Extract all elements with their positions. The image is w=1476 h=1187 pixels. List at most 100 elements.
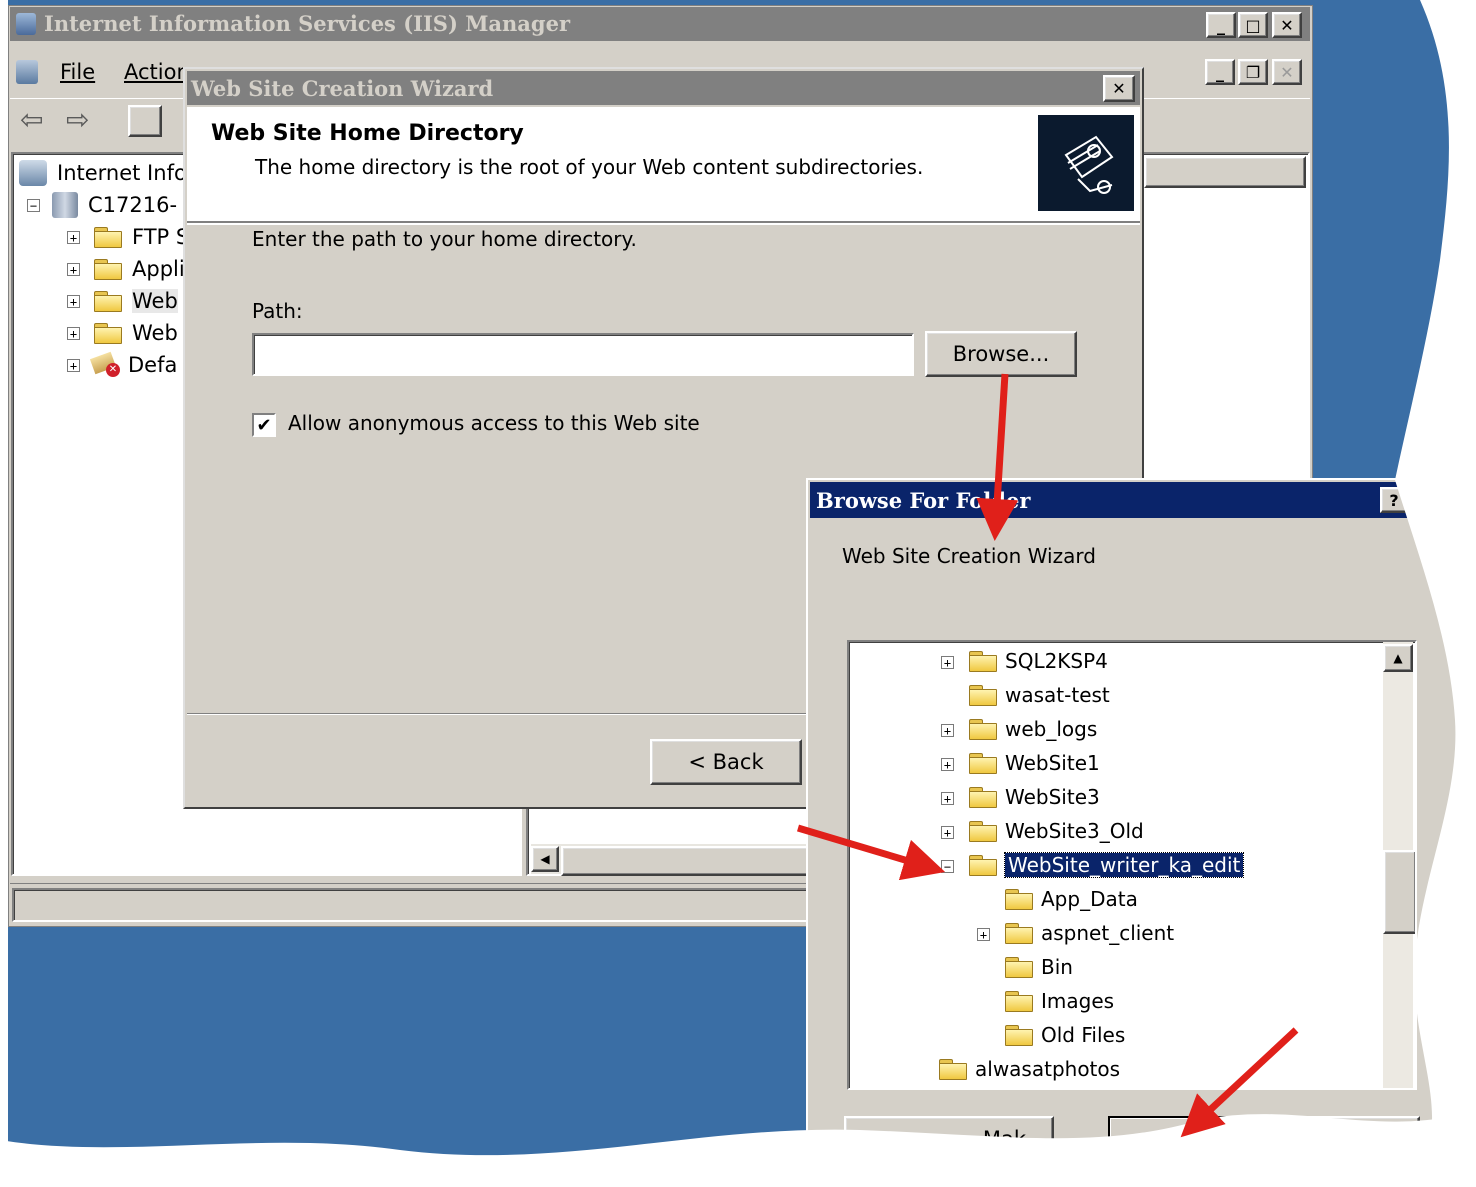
forward-arrow-icon[interactable]: ⇨ xyxy=(66,103,89,136)
folder-tree-item-label: aspnet_client xyxy=(1041,921,1175,945)
folder-tree-item-label: WebSite3_Old xyxy=(1005,819,1144,843)
folder-tree-item-label: WebSite1 xyxy=(1005,751,1100,775)
horizontal-scrollbar[interactable]: ◀ xyxy=(531,844,831,876)
folder-tree-item[interactable]: + SQL2KSP4 xyxy=(941,646,1108,676)
wizard-header: Web Site Home Directory The home directo… xyxy=(187,107,1140,223)
folder-tree-item-label: SQL2KSP4 xyxy=(1005,649,1108,673)
folder-tree-item[interactable]: + WebSite3 xyxy=(941,782,1100,812)
folder-tree-item[interactable]: alwasatphotos xyxy=(933,1054,1120,1084)
make-new-folder-button[interactable]: Mak xyxy=(844,1116,1054,1162)
expand-icon[interactable]: + xyxy=(977,921,999,945)
ok-button[interactable]: OK xyxy=(1108,1116,1258,1162)
browse-description: Web Site Creation Wizard xyxy=(842,544,1096,568)
collapse-icon[interactable]: − xyxy=(27,198,40,212)
folder-tree-item[interactable]: + WebSite3_Old xyxy=(941,816,1144,846)
folder-icon xyxy=(94,259,122,280)
folder-icon xyxy=(1005,923,1033,944)
expand-icon[interactable]: + xyxy=(67,262,80,276)
child-close-button[interactable]: ✕ xyxy=(1272,59,1302,85)
tree-item[interactable]: + ✕ Defa xyxy=(67,350,177,380)
folder-icon xyxy=(94,291,122,312)
tree-server[interactable]: − C17216- xyxy=(27,190,177,220)
folder-icon xyxy=(1005,991,1033,1012)
tree-item-label: FTP S xyxy=(132,225,190,249)
tree-root-label: Internet Info xyxy=(57,161,187,185)
wizard-title: Web Site Creation Wizard xyxy=(191,76,494,101)
wizard-title-bar[interactable]: Web Site Creation Wizard ✕ xyxy=(187,71,1140,105)
stopped-site-icon: ✕ xyxy=(89,351,120,377)
wizard-heading: Web Site Home Directory xyxy=(211,121,524,146)
folder-tree-item-label: App_Data xyxy=(1041,887,1138,911)
iis-title: Internet Information Services (IIS) Mana… xyxy=(44,11,571,36)
iis-title-bar[interactable]: Internet Information Services (IIS) Mana… xyxy=(10,7,1310,41)
expand-icon[interactable]: + xyxy=(67,358,80,372)
help-button[interactable]: ? xyxy=(1380,487,1408,513)
expand-icon[interactable]: + xyxy=(941,785,963,809)
folder-tree-item-label: Images xyxy=(1041,989,1115,1013)
folder-tree-item[interactable]: App_Data xyxy=(977,884,1138,914)
folder-tree[interactable]: + SQL2KSP4 wasat-test + web_logs + WebSite1 + We… xyxy=(847,640,1417,1090)
folder-icon xyxy=(94,227,122,248)
anonymous-access-checkbox[interactable]: ✔ xyxy=(252,413,276,437)
browse-title-bar[interactable]: Browse For Folder ? xyxy=(810,482,1466,518)
child-minimize-button[interactable]: _ xyxy=(1205,59,1235,85)
folder-tree-item[interactable]: + web_logs xyxy=(941,714,1097,744)
folder-icon xyxy=(1005,889,1033,910)
folder-tree-item[interactable]: + aspnet_client xyxy=(977,918,1174,948)
browse-title: Browse For Folder xyxy=(816,488,1031,513)
folder-tree-item[interactable]: + WebSite1 xyxy=(941,748,1100,778)
expand-icon[interactable]: + xyxy=(67,230,80,244)
expand-icon[interactable]: + xyxy=(941,751,963,775)
anonymous-access-label: Allow anonymous access to this Web site xyxy=(288,411,700,435)
back-arrow-icon[interactable]: ⇦ xyxy=(20,103,43,136)
tree-root[interactable]: Internet Info xyxy=(19,158,187,188)
iis-maximize-button[interactable]: □ xyxy=(1238,12,1268,38)
collapse-icon[interactable]: − xyxy=(941,853,963,877)
folder-icon xyxy=(969,719,997,740)
tree-server-label: C17216- xyxy=(88,193,178,217)
menu-action[interactable]: Action xyxy=(124,60,190,84)
expand-icon[interactable]: + xyxy=(941,819,963,843)
tree-item[interactable]: + Web xyxy=(67,318,178,348)
back-button-label: < Back xyxy=(688,750,764,774)
folder-icon xyxy=(969,685,997,706)
tree-item[interactable]: + FTP S xyxy=(67,222,189,252)
scroll-left-button[interactable]: ◀ xyxy=(531,846,559,872)
folder-tree-item-label: wasat-test xyxy=(1005,683,1110,707)
cancel-button[interactable]: Cancel xyxy=(1270,1116,1420,1162)
iis-close-button[interactable]: ✕ xyxy=(1272,12,1302,38)
folder-tree-item[interactable]: Old Files xyxy=(977,1020,1125,1050)
expand-icon[interactable]: + xyxy=(941,649,963,673)
expand-icon[interactable]: + xyxy=(67,326,80,340)
expand-icon[interactable]: + xyxy=(67,294,80,308)
back-button[interactable]: < Back xyxy=(650,739,802,785)
folder-icon xyxy=(969,855,997,876)
child-restore-button[interactable]: ❐ xyxy=(1238,59,1268,85)
path-instruction: Enter the path to your home directory. xyxy=(252,227,637,251)
tree-item[interactable]: + Appli xyxy=(67,254,185,284)
browse-button[interactable]: Browse... xyxy=(925,331,1077,377)
scroll-up-button[interactable]: ▲ xyxy=(1383,644,1413,672)
menu-file[interactable]: File xyxy=(60,60,95,84)
tree-item-label: Appli xyxy=(132,257,185,281)
folder-tree-item[interactable]: − WebSite_writer_ka_edit xyxy=(941,850,1245,880)
folder-tree-item[interactable]: Bin xyxy=(977,952,1073,982)
path-input[interactable] xyxy=(252,333,914,376)
expand-icon[interactable]: + xyxy=(941,717,963,741)
iis-root-icon xyxy=(19,160,47,186)
folder-tree-item[interactable]: Images xyxy=(977,986,1114,1016)
vertical-scroll-thumb[interactable] xyxy=(1383,850,1415,934)
show-hide-tree-icon[interactable] xyxy=(128,105,162,137)
wizard-subheading: The home directory is the root of your W… xyxy=(255,155,924,179)
folder-icon xyxy=(94,323,122,344)
vertical-scrollbar[interactable]: ▲ xyxy=(1383,642,1415,1088)
folder-tree-item-label: alwasatphotos xyxy=(975,1057,1121,1081)
wizard-close-button[interactable]: ✕ xyxy=(1103,75,1135,102)
scroll-thumb[interactable] xyxy=(561,846,825,876)
folder-icon xyxy=(969,787,997,808)
iis-minimize-button[interactable]: _ xyxy=(1206,12,1236,38)
tree-item[interactable]: + Web xyxy=(67,286,178,316)
folder-tree-item[interactable]: wasat-test xyxy=(941,680,1110,710)
cancel-button-label: Cancel xyxy=(1309,1127,1381,1151)
detail-header xyxy=(1144,156,1306,188)
